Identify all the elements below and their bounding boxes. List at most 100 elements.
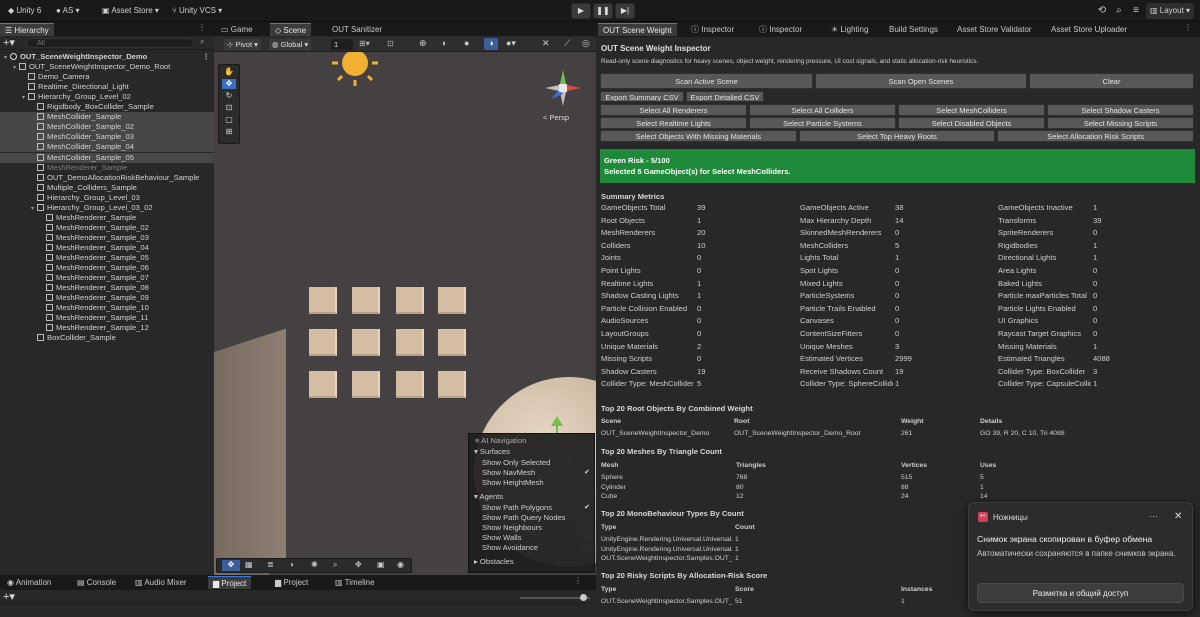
select-button[interactable]: Select Shadow Casters [1047, 104, 1194, 116]
search-filter-icon[interactable]: ⌕ [200, 37, 204, 47]
hierarchy-row[interactable]: MeshCollider_Sample_02 [0, 122, 214, 133]
overlay-search-icon[interactable]: ⌕ [333, 560, 337, 570]
nav-toggle-item[interactable]: Show Walls [469, 533, 594, 543]
global-dropdown[interactable]: ◍ Global ▾ [269, 39, 312, 50]
expand-arrow-icon[interactable]: ▾ [4, 53, 10, 62]
hierarchy-row[interactable]: MeshCollider_Sample_03 [0, 132, 214, 143]
hierarchy-row[interactable]: MeshCollider_Sample_05 [0, 152, 214, 163]
hierarchy-row[interactable]: MeshRenderer_Sample_08 [0, 283, 214, 293]
tab-lighting[interactable]: ☀ Lighting [826, 23, 873, 36]
hierarchy-row[interactable]: MeshCollider_Sample [0, 112, 214, 123]
tab-inspector-2[interactable]: ⓘ Inspector [754, 23, 807, 36]
nav-toggle-item[interactable]: Show Path Query Nodes [469, 513, 594, 523]
zoom-slider-handle[interactable] [580, 594, 587, 601]
tab-out-scene-weight[interactable]: OUT Scene Weight [598, 23, 677, 36]
tab-out-sanitizer[interactable]: OUT Sanitizer [327, 23, 387, 36]
search-icon[interactable]: ⌕ [1112, 4, 1126, 18]
nav-toggle-item[interactable]: Show Path Polygons ✔ [469, 503, 594, 513]
tab-build-settings[interactable]: Build Settings [884, 23, 943, 36]
hierarchy-row[interactable]: MeshRenderer_Sample_03 [0, 233, 214, 243]
overlay-shading-icon[interactable]: ◑ [289, 560, 294, 569]
lock-icon[interactable]: ⋮ [574, 576, 582, 585]
hierarchy-row[interactable]: MeshRenderer_Sample_05 [0, 253, 214, 263]
overlay-camera-icon[interactable]: ▣ [377, 560, 385, 569]
checkbox-icon[interactable] [583, 534, 591, 542]
play-button[interactable]: ▶ [571, 3, 591, 19]
checkbox-icon[interactable] [583, 514, 591, 522]
scene-menu-icon[interactable]: ⋮ [202, 52, 210, 62]
add-icon[interactable]: +▾ [3, 36, 15, 49]
collab-icon[interactable]: ⟲ [1095, 4, 1109, 18]
hierarchy-row[interactable]: Rigidbody_BoxCollider_Sample [0, 102, 214, 112]
rotate-tool-icon[interactable]: ↻ [222, 91, 236, 101]
hierarchy-row[interactable]: MeshRenderer_Sample_02 [0, 223, 214, 233]
hierarchy-row[interactable]: BoxCollider_Sample [0, 333, 214, 343]
hierarchy-row[interactable]: MeshRenderer_Sample_09 [0, 293, 214, 303]
mute-icon[interactable]: ✕ [542, 38, 550, 49]
export-summary-csv-button[interactable]: Export Summary CSV [600, 91, 684, 102]
unity-account-menu[interactable]: ◆ Unity 6 [4, 3, 45, 19]
account-dropdown[interactable]: ● AS ▾ [52, 3, 84, 19]
rect-tool-icon[interactable]: ▢ [222, 115, 236, 125]
hierarchy-row[interactable]: Realtime_Directional_Light [0, 82, 214, 92]
select-button[interactable]: Select Realtime Lights [600, 117, 747, 129]
gizmos-icon[interactable]: ◎ [582, 38, 590, 49]
select-button[interactable]: Select Allocation Risk Scripts [997, 130, 1194, 142]
snap-icon[interactable]: ⊡ [387, 39, 394, 48]
clear-button[interactable]: Clear [1029, 73, 1194, 89]
nav-toggle-item[interactable]: Show NavMesh ✔ [469, 468, 594, 478]
shading-lit-icon[interactable]: ◑ [484, 38, 498, 50]
tab-project[interactable]: ▆ Project [208, 576, 252, 589]
hand-tool-icon[interactable]: ✋ [222, 67, 236, 77]
transform-tool-icon[interactable]: ⊞ [222, 127, 236, 137]
orientation-gizmo[interactable] [541, 66, 586, 111]
hierarchy-row[interactable]: Demo_Camera [0, 72, 214, 82]
markup-and-share-button[interactable]: Разметка и общий доступ [977, 583, 1184, 603]
grid-snap-icon[interactable]: ⊞▾ [359, 39, 370, 48]
hierarchy-row[interactable]: Hierarchy_Group_Level_03 [0, 193, 214, 203]
hierarchy-row[interactable]: Multiple_Colliders_Sample [0, 183, 214, 193]
overlay-lights-icon[interactable]: ✺ [311, 560, 318, 569]
nav-toggle-item[interactable]: Show Only Selected [469, 458, 594, 468]
move-tool-icon[interactable]: ✥ [222, 79, 236, 89]
tab-timeline[interactable]: ▥ Timeline [330, 576, 380, 589]
scan-active-scene-button[interactable]: Scan Active Scene [600, 73, 813, 89]
pause-button[interactable]: ❚❚ [593, 3, 613, 19]
nav-toggle-item[interactable]: Show Neighbours [469, 523, 594, 533]
surfaces-foldout[interactable]: ▾ Surfaces [474, 447, 599, 457]
overlay-transform-icon[interactable]: ✥ [355, 560, 362, 569]
move-gizmo-arrow-icon[interactable] [550, 416, 564, 434]
gizmo-globe-icon[interactable]: ⊕ [419, 38, 427, 49]
select-button[interactable]: Select Top Heavy Roots [798, 130, 996, 142]
select-button[interactable]: Select MeshColliders [898, 104, 1045, 116]
menu-icon[interactable]: ⋮ [1184, 23, 1192, 32]
tab-hierarchy[interactable]: ☰ Hierarchy [0, 23, 54, 36]
overlay-nav-icon[interactable]: ◉ [397, 560, 404, 569]
shading-solid-icon[interactable]: ● [464, 38, 469, 48]
hierarchy-row[interactable]: OUT_DemoAllocationRiskBehaviour_Sample [0, 173, 214, 183]
tab-scene[interactable]: ◇ Scene [270, 23, 312, 36]
directional-light-icon[interactable] [332, 52, 378, 86]
lock-icon[interactable]: ⋮ [198, 23, 206, 32]
step-button[interactable]: ▶| [615, 3, 635, 19]
checkbox-icon[interactable] [583, 524, 591, 532]
hierarchy-row[interactable]: MeshRenderer_Sample_12 [0, 323, 214, 333]
checkbox-icon[interactable] [583, 479, 591, 487]
vcs-dropdown[interactable]: ⑂ Unity VCS ▾ [168, 3, 226, 19]
tab-console[interactable]: ▤ Console [72, 576, 121, 589]
hierarchy-row[interactable]: MeshRenderer_Sample_06 [0, 263, 214, 273]
checkbox-icon[interactable] [583, 544, 591, 552]
tab-asset-store-validator[interactable]: Asset Store Validator [952, 23, 1037, 36]
fx-icon[interactable]: ⟋ [564, 38, 570, 49]
scale-tool-icon[interactable]: ⊡ [222, 103, 236, 113]
layout-dropdown[interactable]: ▥ Layout ▾ [1146, 3, 1195, 19]
persp-label[interactable]: < Persp [543, 113, 569, 122]
select-button[interactable]: Select Missing Scripts [1047, 117, 1194, 129]
layers-icon[interactable]: ≡ [1129, 4, 1143, 18]
hierarchy-row[interactable]: MeshRenderer_Sample [0, 213, 214, 223]
tab-asset-store-uploader[interactable]: Asset Store Uploader [1046, 23, 1132, 36]
tab-animation[interactable]: ◉ Animation [2, 576, 56, 589]
tab-inspector[interactable]: ⓘ Inspector [686, 23, 739, 36]
tab-audio-mixer[interactable]: ▥ Audio Mixer [130, 576, 192, 589]
hierarchy-row[interactable]: ▾ Hierarchy_Group_Level_03_02 [0, 203, 214, 213]
